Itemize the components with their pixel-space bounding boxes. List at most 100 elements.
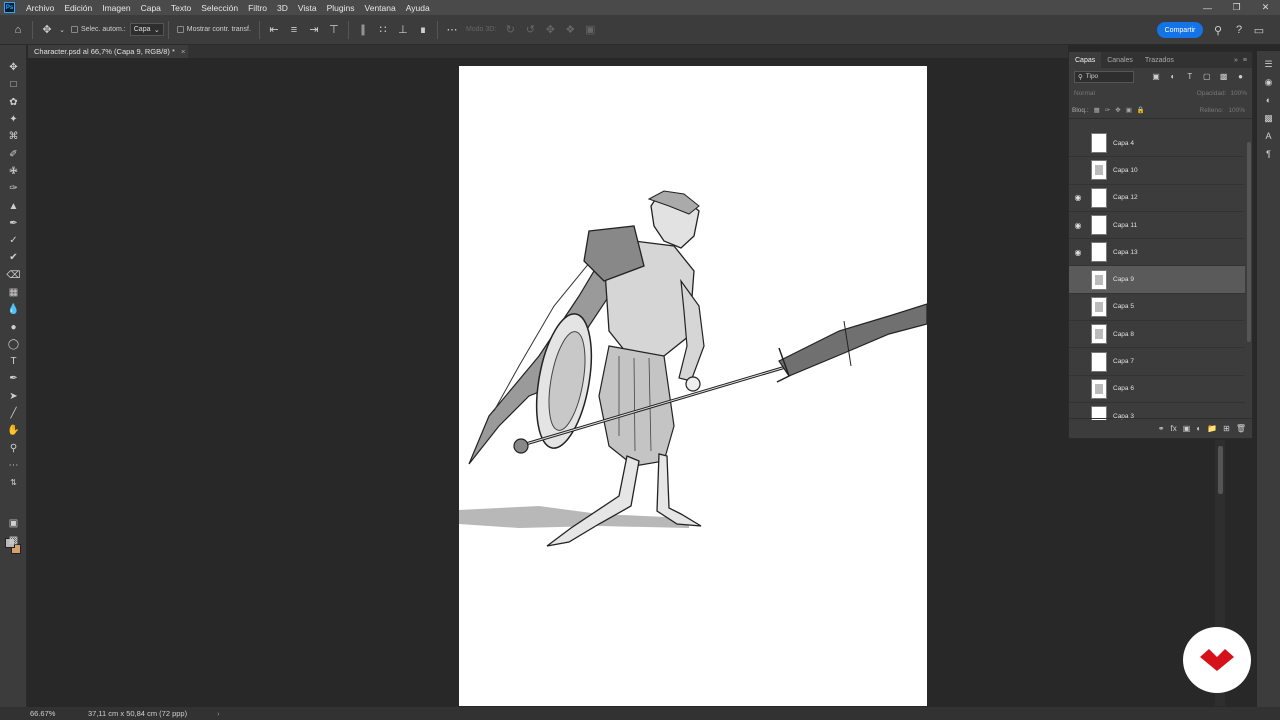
layer-row[interactable]: Capa 10 <box>1069 157 1245 185</box>
delete-layer-icon[interactable]: 🗑 <box>1236 424 1246 433</box>
adjustments-dock-icon[interactable]: ◐ <box>1257 91 1280 109</box>
home-icon[interactable]: ⌂ <box>8 20 28 40</box>
visibility-eye-icon[interactable] <box>1069 293 1087 320</box>
layer-style-icon[interactable]: fx <box>1171 424 1177 433</box>
visibility-eye-icon[interactable]: ◉ <box>1069 184 1087 211</box>
align-right-icon[interactable]: ⇥ <box>304 20 324 40</box>
gradient-tool-icon[interactable]: ▦ <box>0 284 27 301</box>
new-adjustment-icon[interactable]: ◐ <box>1196 424 1201 433</box>
checkbox-box[interactable] <box>176 26 184 33</box>
lock-all-icon[interactable]: 🔒 <box>1137 106 1145 114</box>
auto-select-checkbox[interactable]: Selec. autom.: <box>71 26 126 33</box>
screen-mode-icon[interactable]: ▩ <box>0 532 27 549</box>
visibility-eye-icon[interactable]: ◉ <box>1069 212 1087 239</box>
swap-colors-icon[interactable]: ⇅ <box>0 474 27 491</box>
collapse-panel-icon[interactable]: » <box>1234 57 1243 64</box>
layer-list-scrollbar[interactable] <box>1247 142 1251 342</box>
menu-item-vista[interactable]: Vista <box>293 3 322 13</box>
menu-item-plugins[interactable]: Plugins <box>322 3 360 13</box>
blur-tool-icon[interactable]: 💧 <box>0 301 27 318</box>
magic-wand-tool-icon[interactable]: ✦ <box>0 111 27 128</box>
clone-stamp-tool-icon[interactable]: ▲ <box>0 197 27 214</box>
layer-row[interactable]: Capa 7 <box>1069 348 1245 376</box>
layers-dock-icon[interactable]: ☰ <box>1257 55 1280 73</box>
menu-item-texto[interactable]: Texto <box>166 3 196 13</box>
dodge-tool-icon[interactable]: ● <box>0 318 27 335</box>
color-dock-icon[interactable]: ◉ <box>1257 73 1280 91</box>
menu-item-selección[interactable]: Selección <box>196 3 243 13</box>
document-canvas[interactable] <box>459 66 927 706</box>
character-dock-icon[interactable]: A <box>1257 127 1280 145</box>
show-transform-checkbox[interactable]: Mostrar contr. transf. <box>176 26 251 33</box>
menu-item-edición[interactable]: Edición <box>59 3 97 13</box>
type-tool-icon[interactable]: T <box>0 353 27 370</box>
panel-menu-icon[interactable]: ≡ <box>1243 57 1252 64</box>
lock-position-icon[interactable]: ✥ <box>1115 106 1120 114</box>
menu-item-imagen[interactable]: Imagen <box>97 3 135 13</box>
vertical-scrollbar-thumb[interactable] <box>1218 446 1223 494</box>
filter-adjustment-icon[interactable]: ◐ <box>1167 71 1180 83</box>
eyedropper-tool-icon[interactable]: ✐ <box>0 145 27 162</box>
history-brush-tool-icon[interactable]: ✒ <box>0 215 27 232</box>
workspace-icon[interactable]: ▭ <box>1249 20 1269 40</box>
filter-pixel-icon[interactable]: ▣ <box>1150 71 1163 83</box>
status-menu-chevron-icon[interactable]: › <box>217 709 220 718</box>
brush-tool-icon[interactable]: ✑ <box>0 180 27 197</box>
eraser-tool-icon[interactable]: ⌫ <box>0 267 27 284</box>
align-middle-icon[interactable]: ∷ <box>373 20 393 40</box>
opacity-input[interactable]: 100% <box>1230 90 1247 97</box>
menu-item-filtro[interactable]: Filtro <box>243 3 272 13</box>
tab-capas[interactable]: Capas <box>1069 52 1102 68</box>
filter-type-icon[interactable]: T <box>1183 71 1196 83</box>
path-selection-tool-icon[interactable]: ➤ <box>0 388 27 405</box>
layer-row[interactable]: ◉ Capa 13 <box>1069 239 1245 267</box>
fill-input[interactable]: 100% <box>1228 107 1249 114</box>
layer-row[interactable]: Capa 9 <box>1069 266 1245 294</box>
close-tab-icon[interactable]: × <box>181 47 185 56</box>
move-tool-icon[interactable]: ✥ <box>0 59 27 76</box>
new-group-icon[interactable]: 📁 <box>1207 424 1217 433</box>
link-layers-icon[interactable]: ⚭ <box>1158 424 1165 433</box>
paragraph-dock-icon[interactable]: ¶ <box>1257 145 1280 163</box>
align-top-icon[interactable]: ⊤ <box>324 20 344 40</box>
photoshop-logo-icon[interactable]: Ps <box>4 2 15 13</box>
align-bottom-icon[interactable]: ⊥ <box>393 20 413 40</box>
minimize-icon[interactable]: — <box>1193 0 1222 15</box>
help-icon[interactable]: ? <box>1229 20 1249 40</box>
lasso-tool-icon[interactable]: ✿ <box>0 94 27 111</box>
visibility-eye-icon[interactable] <box>1069 157 1087 184</box>
visibility-eye-icon[interactable] <box>1069 266 1087 293</box>
blend-mode-dropdown[interactable]: Normal <box>1074 90 1095 97</box>
auto-select-target-dropdown[interactable]: Capa ⌄ <box>129 23 164 36</box>
more-options-icon[interactable]: ⋯ <box>442 20 462 40</box>
visibility-eye-icon[interactable] <box>1069 375 1087 402</box>
distribute-icon[interactable]: ∎ <box>413 20 433 40</box>
menu-item-capa[interactable]: Capa <box>136 3 166 13</box>
line-tool-icon[interactable]: ╱ <box>0 405 27 422</box>
visibility-eye-icon[interactable] <box>1069 130 1087 157</box>
visibility-eye-icon[interactable]: ◉ <box>1069 239 1087 266</box>
share-button[interactable]: Compartir <box>1157 22 1203 38</box>
lock-transparent-icon[interactable]: ▦ <box>1094 106 1100 114</box>
menu-item-archivo[interactable]: Archivo <box>21 3 59 13</box>
menu-item-3d[interactable]: 3D <box>272 3 293 13</box>
visibility-eye-icon[interactable] <box>1069 348 1087 375</box>
chevron-down-icon[interactable]: ⌄ <box>57 20 67 40</box>
layer-row[interactable]: ◉ Capa 11 <box>1069 212 1245 240</box>
libraries-dock-icon[interactable]: ▩ <box>1257 109 1280 127</box>
quick-mask-icon[interactable]: ▣ <box>0 515 27 532</box>
marquee-tool-icon[interactable]: □ <box>0 76 27 93</box>
filter-toggle-icon[interactable]: ● <box>1234 71 1247 83</box>
layer-row[interactable]: Capa 6 <box>1069 376 1245 403</box>
smudge-brush-tool-icon[interactable]: ✓ <box>0 232 27 249</box>
close-icon[interactable]: ✕ <box>1251 0 1280 15</box>
document-tab[interactable]: Character.psd al 66,7% (Capa 9, RGB/8) *… <box>28 45 188 58</box>
menu-item-ventana[interactable]: Ventana <box>360 3 401 13</box>
new-layer-icon[interactable]: ⊞ <box>1223 424 1230 433</box>
layer-row[interactable]: ◉ Capa 12 <box>1069 185 1245 212</box>
layer-filter-dropdown[interactable]: ⚲ Tipo <box>1074 70 1134 83</box>
toolbar-grip[interactable] <box>0 45 26 59</box>
pen-tool-icon[interactable]: ✒ <box>0 370 27 387</box>
filter-smart-object-icon[interactable]: ▩ <box>1217 71 1230 83</box>
layer-row[interactable]: Capa 8 <box>1069 321 1245 349</box>
